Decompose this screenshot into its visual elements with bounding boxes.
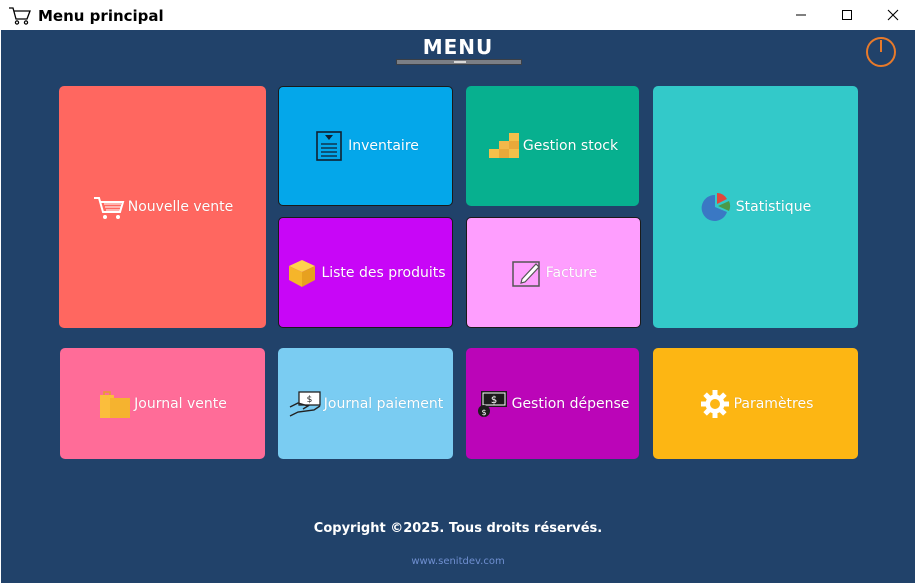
gestion-depense-label: Gestion dépense [511,395,630,412]
svg-text:$: $ [306,395,312,405]
close-icon [887,9,899,21]
money-icon: $ $ [477,390,507,417]
box-icon [289,259,316,287]
cart-icon [93,197,125,219]
liste-produits-label: Liste des produits [321,264,446,281]
nouvelle-vente-button[interactable]: Nouvelle vente [59,86,266,328]
window-title: Menu principal [38,7,164,25]
journal-paiement-button[interactable]: $ Journal paiement [278,348,453,459]
gestion-stock-label: Gestion stock [522,138,619,154]
power-icon[interactable] [865,36,897,68]
statistique-label: Statistique [735,199,812,215]
inventaire-label: Inventaire [348,138,419,154]
gestion-stock-button[interactable]: Gestion stock [466,86,639,206]
main-panel: MENU Nouvelle vente Inventaire Gestion s… [1,30,915,583]
menu-title-underline [396,59,522,65]
maximize-button[interactable] [824,0,870,30]
nouvelle-vente-label: Nouvelle vente [127,199,234,215]
minimize-button[interactable] [778,0,824,30]
facture-label: Facture [545,264,598,281]
journal-paiement-label: Journal paiement [323,395,444,412]
payment-hand-icon: $ [289,390,321,417]
gear-icon [700,389,729,418]
edit-document-icon [512,260,540,287]
inventaire-button[interactable]: Inventaire [278,86,453,206]
svg-text:$: $ [481,408,486,417]
copyright-text: Copyright ©2025. Tous droits réservés. [313,521,603,536]
parametres-label: Paramètres [733,395,814,412]
facture-button[interactable]: Facture [466,217,641,328]
pie-chart-icon [701,192,730,221]
document-list-icon [316,131,342,161]
minimize-icon [796,14,806,16]
gestion-depense-button[interactable]: $ $ Gestion dépense [466,348,639,459]
shopping-bag-icon [100,390,131,418]
close-button[interactable] [870,0,916,30]
liste-produits-button[interactable]: Liste des produits [278,217,453,328]
title-bar: Menu principal [0,0,917,30]
menu-title: MENU [422,35,494,59]
svg-text:$: $ [490,395,496,406]
journal-vente-button[interactable]: Journal vente [60,348,265,459]
parametres-button[interactable]: Paramètres [653,348,858,459]
website-link[interactable]: www.senitdev.com [1,556,915,567]
boxes-icon [488,133,519,158]
shopping-cart-icon [9,7,31,25]
statistique-button[interactable]: Statistique [653,86,858,328]
journal-vente-label: Journal vente [134,395,227,412]
maximize-icon [842,10,852,20]
